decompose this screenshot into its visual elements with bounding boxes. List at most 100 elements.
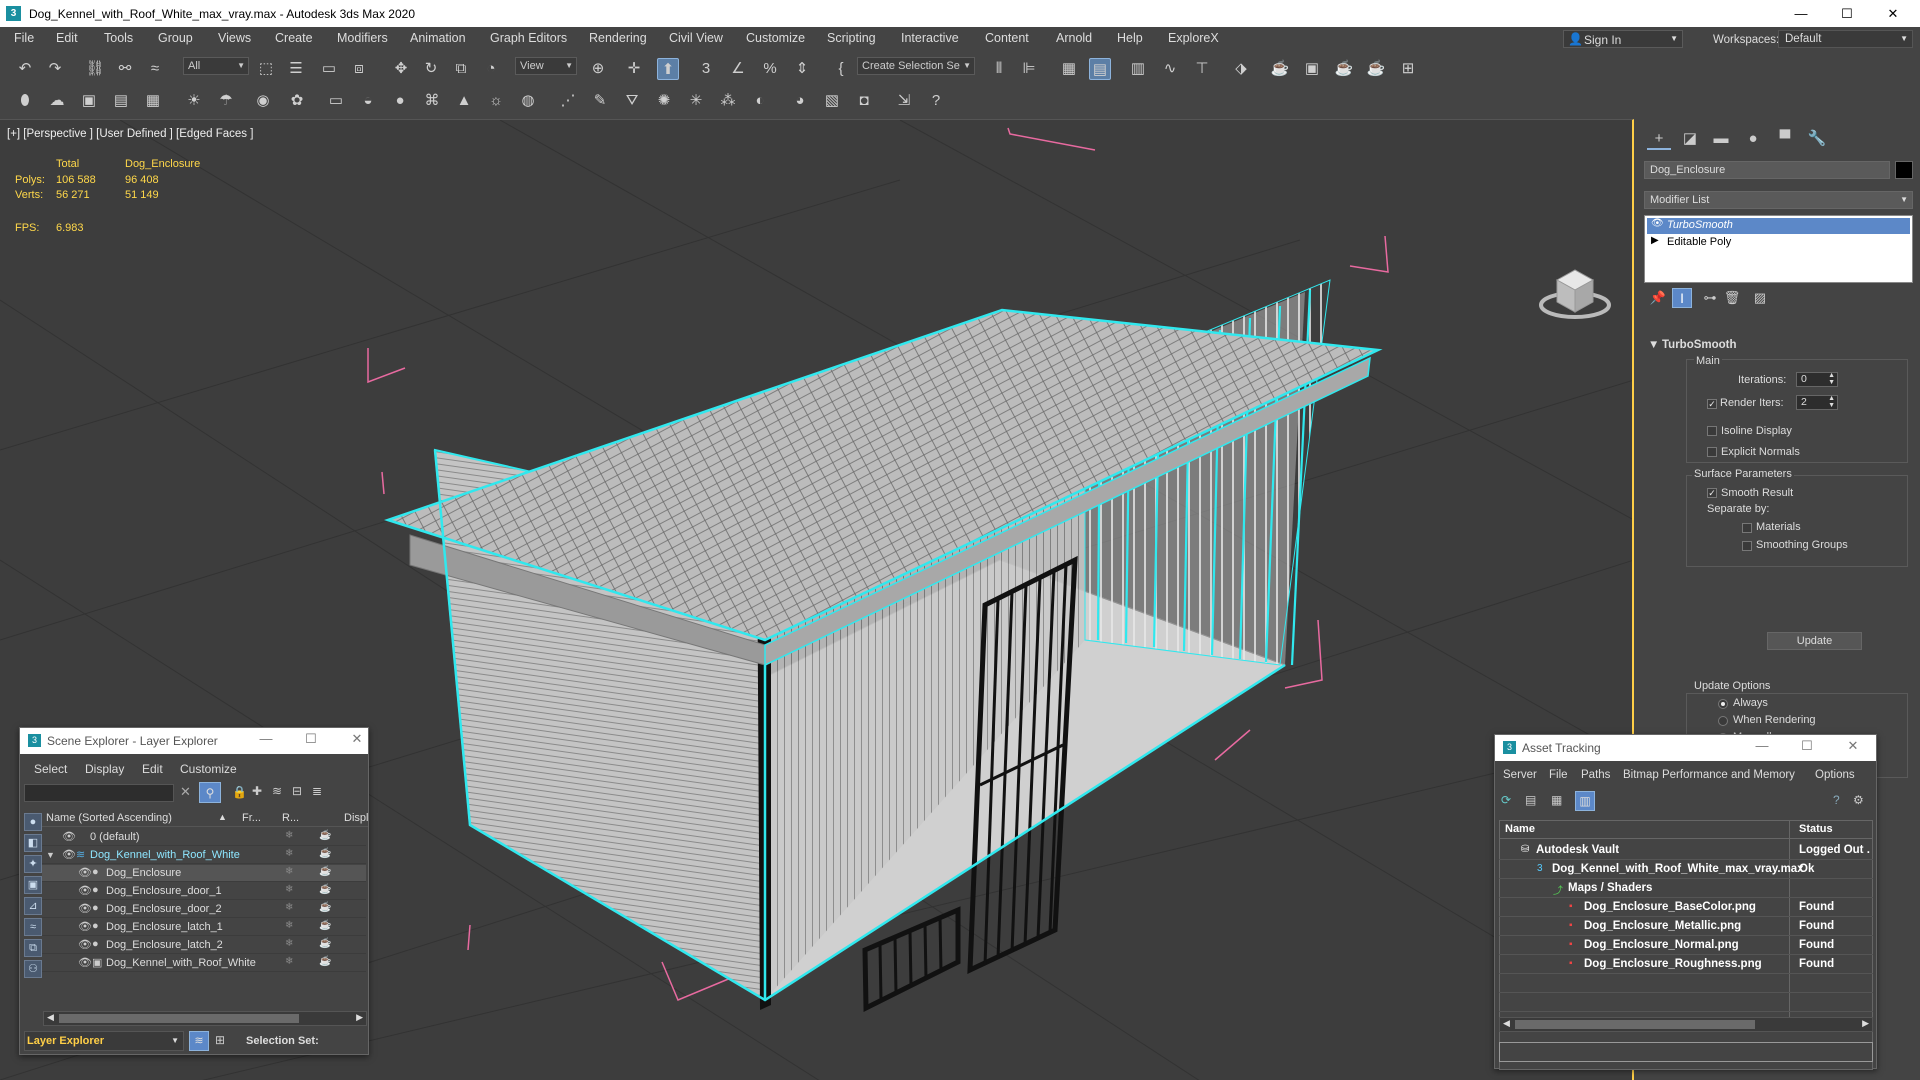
eye-icon[interactable]: 👁 bbox=[78, 956, 92, 969]
col-status-header[interactable]: Status bbox=[1799, 823, 1833, 835]
link-icon[interactable]: ⛓ bbox=[84, 58, 106, 80]
vray-plane-icon[interactable]: ⛛ bbox=[621, 90, 643, 112]
hierarchy-icon[interactable]: ⊞ bbox=[215, 1033, 225, 1047]
spinner-arrows-icon[interactable]: ▲ ▼ bbox=[1828, 372, 1835, 386]
isoline-checkbox[interactable] bbox=[1707, 426, 1717, 436]
modify-tab-icon[interactable]: ◪ bbox=[1678, 128, 1702, 150]
asset-tracking-titlebar[interactable]: 3 Asset Tracking — ☐ ✕ bbox=[1495, 735, 1876, 761]
render-iters-spinner[interactable]: 2 ▲ ▼ bbox=[1796, 395, 1838, 410]
freeze-icon[interactable]: ❄ bbox=[285, 884, 293, 895]
help-icon[interactable]: ? bbox=[1833, 793, 1840, 807]
rollout-collapse-icon[interactable]: ▼ bbox=[1648, 339, 1659, 351]
display-groups-icon[interactable]: ⧉ bbox=[24, 939, 42, 957]
scene-explorer-row[interactable]: 👁 ● Dog_Enclosure ❄ ☕ bbox=[42, 865, 366, 882]
menu-group[interactable]: Group bbox=[158, 31, 193, 45]
menu-animation[interactable]: Animation bbox=[410, 31, 466, 45]
sphere-icon[interactable]: ◉ bbox=[252, 90, 274, 112]
modifier-list-dropdown[interactable]: Modifier List ▼ bbox=[1644, 191, 1913, 209]
at-menu-server[interactable]: Server bbox=[1503, 769, 1537, 781]
rect-selection-icon[interactable]: ▭ bbox=[318, 58, 340, 80]
se-menu-display[interactable]: Display bbox=[85, 762, 124, 776]
scene-explorer-row[interactable]: 👁 ● Dog_Enclosure_door_1 ❄ ☕ bbox=[42, 883, 366, 900]
eye-icon[interactable]: 👁 bbox=[78, 902, 92, 915]
sign-in-dropdown[interactable]: 👤 Sign In ▼ bbox=[1563, 30, 1683, 48]
vray-volume-icon[interactable]: ◐ bbox=[749, 90, 771, 112]
rendered-frame-icon[interactable]: ▣ bbox=[1301, 58, 1323, 80]
freeze-icon[interactable]: ❄ bbox=[285, 956, 293, 967]
fog-icon[interactable]: ☂ bbox=[215, 90, 237, 112]
close-button[interactable]: ✕ bbox=[345, 731, 369, 747]
schematic-view-icon[interactable]: ⊤ bbox=[1191, 58, 1213, 80]
sun-icon[interactable]: ☼ bbox=[485, 90, 507, 112]
create-tab-icon[interactable]: + bbox=[1647, 128, 1671, 150]
renderable-icon[interactable]: ☕ bbox=[319, 902, 331, 913]
vray-fur-grass-icon[interactable]: ⁂ bbox=[717, 90, 739, 112]
display-objects-icon[interactable]: ● bbox=[24, 813, 42, 831]
workspaces-select[interactable]: Default ▼ bbox=[1778, 30, 1913, 48]
at-menu-bitmap[interactable]: Bitmap Performance and Memory bbox=[1623, 769, 1795, 781]
scene-explorer-row[interactable]: 👁 0 (default) ❄ ☕ bbox=[42, 829, 366, 846]
eye-icon[interactable]: 👁 bbox=[62, 848, 76, 861]
iterations-spinner[interactable]: 0 ▲ ▼ bbox=[1796, 372, 1838, 387]
scene-explorer-row[interactable]: 👁 ● Dog_Enclosure_latch_1 ❄ ☕ bbox=[42, 919, 366, 936]
batch-render-icon[interactable]: ▦ bbox=[142, 90, 164, 112]
viewport-label[interactable]: [+] [Perspective ] [User Defined ] [Edge… bbox=[7, 128, 253, 140]
at-menu-options[interactable]: Options bbox=[1815, 769, 1855, 781]
window-crossing-icon[interactable]: ⧈ bbox=[348, 58, 370, 80]
expand-arrow-icon[interactable]: ▶ bbox=[1651, 235, 1659, 246]
scroll-right-icon[interactable]: ▶ bbox=[356, 1012, 363, 1023]
explicit-normals-checkbox[interactable] bbox=[1707, 447, 1717, 457]
ribbon-icon[interactable]: ▥ bbox=[1127, 58, 1149, 80]
scroll-thumb[interactable] bbox=[1515, 1020, 1755, 1029]
detail-view-icon[interactable]: ▦ bbox=[1551, 793, 1562, 807]
eye-icon[interactable]: 👁 bbox=[78, 938, 92, 951]
menu-customize[interactable]: Customize bbox=[746, 31, 805, 45]
se-horizontal-scrollbar[interactable]: ◀ ▶ bbox=[43, 1011, 367, 1026]
clear-search-icon[interactable]: ✕ bbox=[180, 784, 191, 800]
renderable-icon[interactable]: ☕ bbox=[319, 884, 331, 895]
scroll-left-icon[interactable]: ◀ bbox=[1503, 1018, 1510, 1029]
display-geometry-icon[interactable]: ◧ bbox=[24, 834, 42, 852]
display-lights-icon[interactable]: ✦ bbox=[24, 855, 42, 873]
placement-icon[interactable]: ◔ bbox=[480, 58, 502, 80]
expand-arrow-icon[interactable]: ▼ bbox=[46, 850, 55, 860]
menu-create[interactable]: Create bbox=[275, 31, 313, 45]
display-cameras-icon[interactable]: ▣ bbox=[24, 876, 42, 894]
toggle-scene-explorer-icon[interactable]: ▦ bbox=[1058, 58, 1080, 80]
bind-spacewarp-icon[interactable]: ≈ bbox=[144, 58, 166, 80]
update-button[interactable]: Update bbox=[1767, 632, 1862, 650]
when-rendering-radio[interactable] bbox=[1718, 716, 1728, 726]
new-layer-icon[interactable]: ✚ bbox=[252, 784, 262, 798]
display-bones-icon[interactable]: ⚇ bbox=[24, 960, 42, 978]
ies-light-icon[interactable]: ▲ bbox=[453, 90, 475, 112]
move-to-layer-icon[interactable]: ⊟ bbox=[292, 784, 302, 798]
renderable-icon[interactable]: ☕ bbox=[319, 956, 331, 967]
rollout-title[interactable]: TurboSmooth bbox=[1662, 339, 1737, 351]
menu-tools[interactable]: Tools bbox=[104, 31, 133, 45]
at-horizontal-scrollbar[interactable]: ◀ ▶ bbox=[1499, 1017, 1873, 1032]
stack-item-editable-poly[interactable]: ▶ Editable Poly bbox=[1647, 235, 1910, 251]
menu-modifiers[interactable]: Modifiers bbox=[337, 31, 388, 45]
ambient-light-icon[interactable]: ◍ bbox=[517, 90, 539, 112]
col-name-header[interactable]: Name (Sorted Ascending) bbox=[46, 812, 172, 824]
table-view-icon[interactable]: ▥ bbox=[1575, 791, 1595, 811]
select-by-name-icon[interactable]: ☰ bbox=[285, 58, 307, 80]
render-setup-icon[interactable]: ☕ bbox=[1269, 58, 1291, 80]
renderable-icon[interactable]: ☕ bbox=[319, 848, 331, 859]
select-object-icon[interactable]: ⬚ bbox=[255, 58, 277, 80]
layers-icon[interactable]: ▤ bbox=[110, 90, 132, 112]
render-cloud-icon[interactable]: ⊞ bbox=[1397, 58, 1419, 80]
mesh-light-icon[interactable]: ⌘ bbox=[421, 90, 443, 112]
vray-proxy-icon[interactable]: ⋰ bbox=[557, 90, 579, 112]
at-menu-file[interactable]: File bbox=[1549, 769, 1568, 781]
vray-bitmap-icon[interactable]: ▧ bbox=[821, 90, 843, 112]
make-unique-icon[interactable]: ⊶ bbox=[1700, 288, 1720, 308]
object-name-field[interactable]: Dog_Enclosure bbox=[1644, 161, 1890, 179]
scene-explorer-row[interactable]: 👁 ▣ Dog_Kennel_with_Roof_White ❄ ☕ bbox=[42, 955, 366, 972]
menu-explorex[interactable]: ExploreX bbox=[1168, 31, 1219, 45]
spinner-snap-icon[interactable]: ⇕ bbox=[791, 58, 813, 80]
menu-help[interactable]: Help bbox=[1117, 31, 1143, 45]
scene-explorer-row[interactable]: 👁 ● Dog_Enclosure_door_2 ❄ ☕ bbox=[42, 901, 366, 918]
named-selection-dropdown[interactable]: Create Selection Se ▼ bbox=[857, 57, 975, 75]
pin-stack-icon[interactable]: 📌 bbox=[1648, 288, 1668, 308]
